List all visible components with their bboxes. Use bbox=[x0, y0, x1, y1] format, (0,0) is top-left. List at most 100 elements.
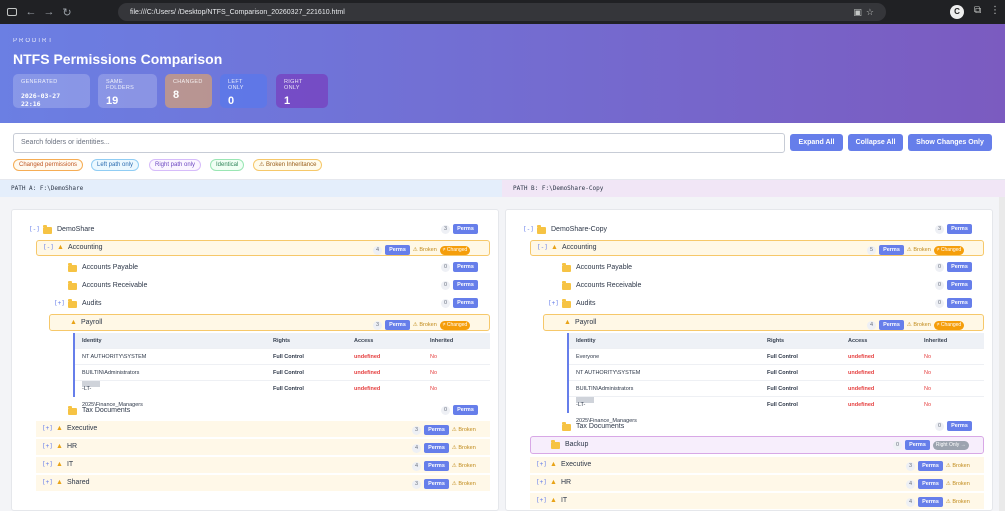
perms-button[interactable]: Perms bbox=[947, 280, 972, 290]
page-scrollbar[interactable] bbox=[999, 197, 1005, 511]
perms-button[interactable]: Perms bbox=[947, 262, 972, 272]
perms-button[interactable]: Perms bbox=[453, 405, 478, 415]
perms-button[interactable]: Perms bbox=[879, 245, 904, 255]
warning-icon: ▲ bbox=[550, 497, 557, 504]
expand-toggle[interactable]: [+] bbox=[536, 476, 550, 490]
tree-node-accounting[interactable]: [-] ▲ Accounting 5 Perms ⚠ Broken ≠ Changed bbox=[530, 240, 984, 256]
ace-count: 4 bbox=[906, 497, 916, 507]
perms-button[interactable]: Perms bbox=[385, 320, 410, 330]
perms-button[interactable]: Perms bbox=[905, 440, 930, 450]
perms-button[interactable]: Perms bbox=[453, 280, 478, 290]
col-rights: Rights bbox=[767, 338, 785, 344]
perms-button[interactable]: Perms bbox=[424, 461, 449, 471]
sidebar-toggle-icon[interactable] bbox=[7, 8, 17, 16]
folder-icon bbox=[562, 262, 571, 272]
forward-icon[interactable]: → bbox=[40, 6, 58, 18]
perms-button[interactable]: Perms bbox=[424, 479, 449, 489]
tree-node-executive[interactable]: [+] ▲ Executive 3 Perms ⚠ Broken bbox=[530, 457, 984, 473]
broken-badge: ⚠ Broken bbox=[451, 427, 476, 433]
tree-node-accounts-payable[interactable]: Accounts Payable 0 Perms bbox=[562, 261, 982, 275]
col-access: Access bbox=[354, 338, 374, 344]
changed-badge: ≠ Changed bbox=[439, 245, 471, 255]
bookmark-star-icon[interactable]: ▣☆ bbox=[853, 7, 878, 18]
perms-button[interactable]: Perms bbox=[947, 298, 972, 308]
tree-node-accounts-receivable[interactable]: Accounts Receivable 0 Perms bbox=[68, 279, 488, 293]
expand-toggle[interactable]: [+] bbox=[54, 297, 68, 311]
collapse-toggle[interactable]: [-] bbox=[537, 241, 551, 255]
tree-node-accounts-receivable[interactable]: Accounts Receivable 0 Perms bbox=[562, 279, 982, 293]
tree-node-shared[interactable]: [+] ▲ Shared 3 Perms ⚠ Broken bbox=[36, 475, 490, 491]
collapse-toggle[interactable]: [-] bbox=[43, 241, 57, 255]
show-changes-only-button[interactable]: Show Changes Only bbox=[908, 134, 992, 151]
expand-toggle[interactable]: [+] bbox=[42, 458, 56, 472]
perms-button[interactable]: Perms bbox=[918, 461, 943, 471]
expand-toggle[interactable]: [+] bbox=[548, 297, 562, 311]
expand-toggle[interactable]: [+] bbox=[42, 476, 56, 490]
expand-toggle[interactable]: [+] bbox=[42, 440, 56, 454]
warning-icon: ▲ bbox=[56, 461, 63, 468]
tree-node-hr[interactable]: [+] ▲ HR 4 Perms ⚠ Broken bbox=[36, 439, 490, 455]
perms-button[interactable]: Perms bbox=[947, 224, 972, 234]
broken-badge: ⚠ Broken bbox=[945, 463, 970, 469]
perms-button[interactable]: Perms bbox=[453, 298, 478, 308]
perms-button[interactable]: Perms bbox=[918, 497, 943, 507]
ace-count: 3 bbox=[412, 425, 422, 435]
address-bar[interactable]: file:///C:/Users/ /Desktop/NTFS_Comparis… bbox=[118, 3, 886, 21]
back-icon[interactable]: ← bbox=[22, 6, 40, 18]
tree-node-it[interactable]: [+] ▲ IT 4 Perms ⚠ Broken bbox=[530, 493, 984, 509]
acl-identity: Everyone bbox=[576, 354, 600, 360]
tree-node-accounting[interactable]: [-] ▲ Accounting 4 Perms ⚠ Broken ≠ Changed bbox=[36, 240, 490, 256]
perms-button[interactable]: Perms bbox=[424, 425, 449, 435]
folder-icon bbox=[562, 280, 571, 290]
tree-node-payroll[interactable]: ▲ Payroll 4 Perms ⚠ Broken ≠ Changed bbox=[543, 314, 984, 331]
ace-count: 4 bbox=[906, 479, 916, 489]
tree-node-backup[interactable]: Backup 0 Perms Right Only → bbox=[530, 436, 984, 454]
stat-label: CHANGED bbox=[173, 79, 203, 85]
ace-count: 0 bbox=[935, 298, 945, 308]
perms-button[interactable]: Perms bbox=[453, 262, 478, 272]
perms-button[interactable]: Perms bbox=[453, 224, 478, 234]
tree-node-demoshare-copy[interactable]: [-] DemoShare-Copy 3 Perms bbox=[523, 223, 983, 237]
expand-all-button[interactable]: Expand All bbox=[790, 134, 843, 151]
warning-icon: ▲ bbox=[56, 425, 63, 432]
warning-icon: ▲ bbox=[57, 244, 64, 251]
perms-button[interactable]: Perms bbox=[947, 421, 972, 431]
folder-name: Tax Documents bbox=[576, 423, 625, 430]
tree-node-payroll[interactable]: ▲ Payroll 3 Perms ⚠ Broken ≠ Changed bbox=[49, 314, 490, 331]
acl-inherited: No bbox=[924, 354, 932, 360]
acl-access: undefined bbox=[354, 386, 381, 392]
acl-row: -LT-2025\Finance_Managers Full Control u… bbox=[75, 381, 490, 408]
folder-name: DemoShare-Copy bbox=[551, 226, 608, 233]
broken-badge: ⚠ Broken bbox=[945, 499, 970, 505]
tree-node-tax-documents[interactable]: Tax Documents 0 Perms bbox=[562, 420, 982, 434]
search-input[interactable]: Search folders or identities... bbox=[13, 133, 785, 153]
tree-node-tax-documents[interactable]: Tax Documents 0 Perms bbox=[68, 404, 488, 418]
tree-node-audits[interactable]: [+] Audits 0 Perms bbox=[548, 297, 982, 311]
path-a-label: PATH A: F:\DemoShare bbox=[0, 180, 502, 197]
collapse-toggle[interactable]: [-] bbox=[523, 223, 537, 237]
acl-table: Identity Rights Access Inherited NT AUTH… bbox=[73, 333, 490, 408]
perms-button[interactable]: Perms bbox=[385, 245, 410, 255]
tree-node-demoshare[interactable]: [-] DemoShare 3 Perms bbox=[29, 223, 489, 237]
collapse-toggle[interactable]: [-] bbox=[29, 223, 43, 237]
menu-icon[interactable]: ⋮ bbox=[990, 5, 1000, 16]
perms-button[interactable]: Perms bbox=[424, 443, 449, 453]
reload-icon[interactable]: ↻ bbox=[58, 6, 76, 19]
warning-icon: ▲ bbox=[550, 461, 557, 468]
expand-toggle[interactable]: [+] bbox=[536, 494, 550, 508]
collapse-all-button[interactable]: Collapse All bbox=[848, 134, 903, 151]
tree-node-it[interactable]: [+] ▲ IT 4 Perms ⚠ Broken bbox=[36, 457, 490, 473]
extensions-icon[interactable]: ⧉ bbox=[974, 5, 981, 16]
tree-node-accounts-payable[interactable]: Accounts Payable 0 Perms bbox=[68, 261, 488, 275]
tree-node-executive[interactable]: [+] ▲ Executive 3 Perms ⚠ Broken bbox=[36, 421, 490, 437]
perms-button[interactable]: Perms bbox=[879, 320, 904, 330]
acl-row: BUILTIN\Administrators Full Control unde… bbox=[75, 365, 490, 381]
expand-toggle[interactable]: [+] bbox=[536, 458, 550, 472]
profile-avatar[interactable]: C bbox=[950, 5, 964, 19]
tree-node-hr[interactable]: [+] ▲ HR 4 Perms ⚠ Broken bbox=[530, 475, 984, 491]
tree-node-audits[interactable]: [+] Audits 0 Perms bbox=[54, 297, 488, 311]
expand-toggle[interactable]: [+] bbox=[42, 422, 56, 436]
ace-count: 3 bbox=[935, 224, 945, 234]
brand-label: PRODIRT bbox=[13, 38, 54, 44]
perms-button[interactable]: Perms bbox=[918, 479, 943, 489]
